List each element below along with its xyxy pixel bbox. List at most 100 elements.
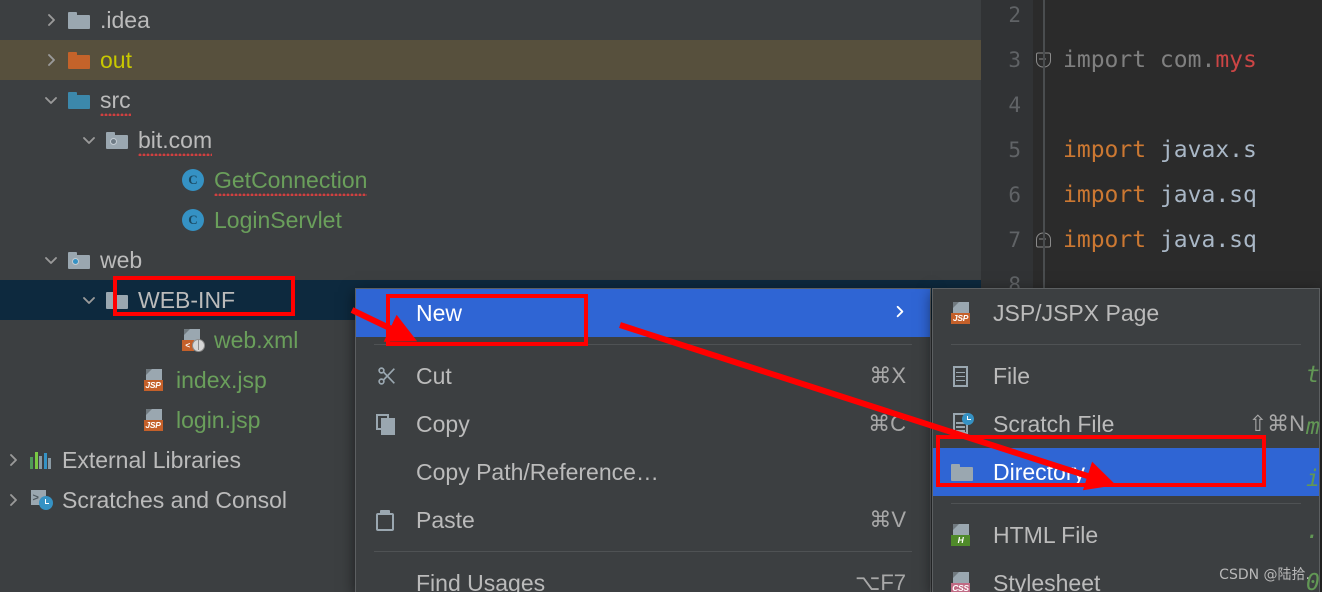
line-number: 3 [1008,47,1021,72]
tree-item-label: bit.com [132,127,213,156]
code-fragment: . [1306,517,1320,544]
menu-item-find-usages[interactable]: Find Usages ⌥F7 [356,559,930,592]
tree-item-label: GetConnection [208,167,368,196]
submenu-item-scratch-file[interactable]: Scratch File ⇧⌘N [933,400,1319,448]
tree-row-out[interactable]: out [0,40,981,80]
paste-icon [376,509,416,531]
csdn-watermark: CSDN @陆拾. [1219,567,1310,583]
menu-item-label: Paste [416,506,475,533]
line-number: 2 [1008,2,1021,27]
chevron-right-icon[interactable] [38,52,64,69]
chevron-down-icon[interactable] [38,252,64,269]
tree-item-label: External Libraries [62,446,241,473]
code-line: 2 [981,0,1322,37]
code-fragment: i [1306,465,1320,492]
code-token: import [1063,136,1160,163]
code-line: 5 import javax.s [981,127,1322,172]
tree-item-label: out [100,46,132,73]
code-line: 4 [981,82,1322,127]
code-token: java.sq [1159,181,1257,208]
tree-row-getconnection[interactable]: C GetConnection [0,160,981,200]
screenshot-root: .idea out src bit.com C GetConnection C LoginSe… [0,0,1322,592]
submenu-item-file[interactable]: File [933,352,1319,400]
tree-item-label: index.jsp [176,366,267,393]
html-file-icon: H [951,524,993,546]
tree-row-loginservlet[interactable]: C LoginServlet [0,200,981,240]
scissors-icon [376,365,416,387]
menu-item-shortcut: ⌘V [869,507,906,532]
java-class-icon: C [178,169,208,191]
menu-separator [374,344,912,345]
menu-item-label: New [416,299,463,326]
code-token: java.sq [1159,226,1257,253]
tree-item-label: WEB-INF [138,286,236,313]
menu-separator [374,551,912,552]
folder-blue-icon [64,91,94,109]
tree-item-label: web.xml [214,326,299,353]
jsp-file-icon: JSP [140,409,170,431]
menu-item-shortcut: ⌥F7 [854,570,906,592]
menu-item-label: Find Usages [416,569,546,592]
line-number: 6 [1008,182,1021,207]
chevron-down-icon[interactable] [76,292,102,309]
scratches-icon: > [26,490,56,510]
line-number: 4 [1008,92,1021,117]
chevron-down-icon[interactable] [38,92,64,109]
submenu-separator [951,344,1301,345]
submenu-separator [951,503,1301,504]
code-text: import com.mys [1055,47,1257,73]
tree-item-label: LoginServlet [214,206,342,233]
menu-item-shortcut: ⌘C [868,411,906,436]
code-fragment: 0 [1306,569,1320,592]
submenu-item-html-file[interactable]: H HTML File [933,511,1319,559]
folder-web-icon [64,251,94,269]
line-number: 7 [1008,227,1021,252]
folder-module-icon [102,131,132,149]
chevron-right-icon [892,300,930,326]
tree-row-bit-com[interactable]: bit.com [0,120,981,160]
code-text: import java.sq [1055,182,1257,208]
jsp-file-icon: JSP [140,369,170,391]
submenu-item-label: Scratch File [993,410,1115,437]
code-text: import java.sq [1055,227,1257,253]
menu-item-label: Copy Path/Reference… [416,458,659,485]
new-submenu[interactable]: JSP JSP/JSPX Page File Scratch File ⇧⌘N Direc… [932,288,1320,592]
submenu-item-label: HTML File [993,521,1099,548]
chevron-right-icon[interactable] [38,12,64,29]
tree-row-src[interactable]: src [0,80,981,120]
code-token: mys [1215,46,1257,73]
line-number: 5 [1008,137,1021,162]
submenu-item-label: JSP/JSPX Page [993,299,1160,326]
copy-icon [376,413,416,435]
submenu-item-label: File [993,362,1031,389]
plain-file-icon [951,365,993,387]
submenu-item-directory[interactable]: Directory [933,448,1319,496]
chevron-down-icon[interactable] [76,132,102,149]
code-fragment: m [1306,413,1320,440]
submenu-item-jsp-jspx-page[interactable]: JSP JSP/JSPX Page [933,289,1319,337]
context-menu[interactable]: New Cut ⌘X Copy ⌘C Copy Path/Reference… Paste ⌘… [355,288,931,592]
menu-item-paste[interactable]: Paste ⌘V [356,496,930,544]
folder-orange-icon [64,51,94,69]
folder-gray-icon [951,463,993,481]
jsp-file-icon: JSP [951,302,993,324]
chevron-right-icon[interactable] [0,492,26,509]
code-token: import [1063,181,1160,208]
tree-item-label: Scratches and Consol [62,486,288,513]
submenu-item-label: Directory [993,458,1086,485]
tree-item-label: .idea [100,6,150,33]
chevron-right-icon[interactable] [0,452,26,469]
tree-item-label: login.jsp [176,406,261,433]
code-token: import com. [1063,46,1216,73]
code-line: 7 import java.sq [981,217,1322,262]
libraries-icon [26,451,56,469]
menu-item-new[interactable]: New [356,289,930,337]
menu-item-shortcut: ⌘X [869,363,906,388]
tree-row--idea[interactable]: .idea [0,0,981,40]
code-fragment: t [1306,361,1320,388]
menu-item-label: Copy [416,410,470,437]
menu-item-copy[interactable]: Copy ⌘C [356,400,930,448]
menu-item-copy-path-reference[interactable]: Copy Path/Reference… [356,448,930,496]
tree-row-web[interactable]: web [0,240,981,280]
menu-item-cut[interactable]: Cut ⌘X [356,352,930,400]
